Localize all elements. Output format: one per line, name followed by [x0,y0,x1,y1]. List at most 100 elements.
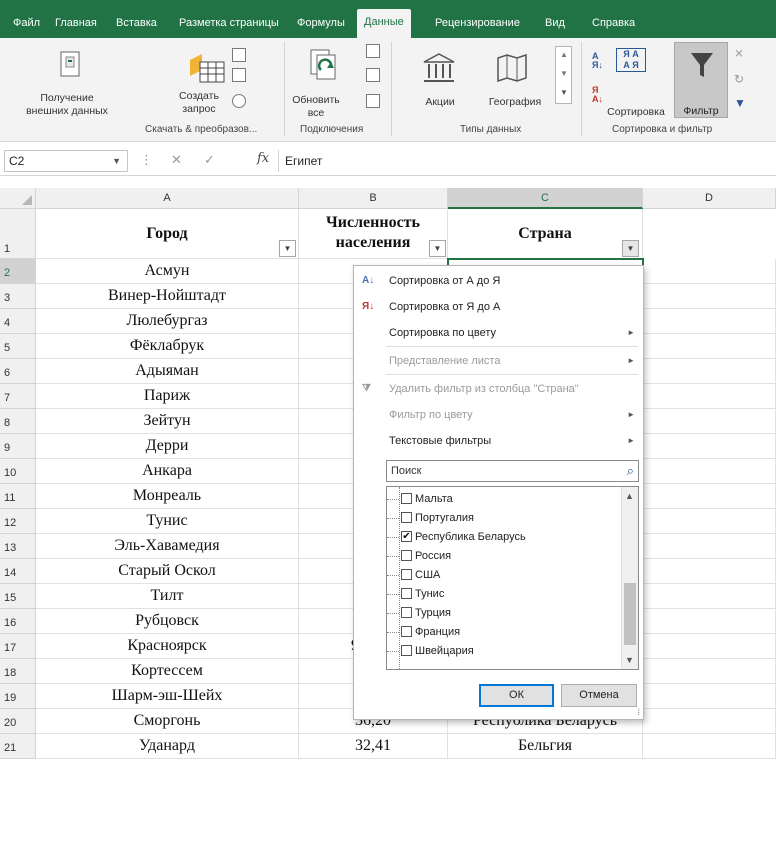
cell-a-6[interactable]: Адыяман [36,359,299,384]
enter-icon[interactable]: ✓ [204,152,215,168]
row-header[interactable]: 16 [0,609,36,634]
cell-d-16[interactable] [643,609,776,634]
show-queries-icon[interactable] [232,48,246,62]
column-header-b[interactable]: B [299,188,448,209]
cell-d-8[interactable] [643,409,776,434]
filter-list-item[interactable]: Россия [387,547,451,566]
tab-page-layout[interactable]: Разметка страницы [172,10,286,38]
cell-a-2[interactable]: Асмун [36,259,299,284]
row-header[interactable]: 14 [0,559,36,584]
row-header[interactable]: 13 [0,534,36,559]
header-cell-country[interactable]: Страна [448,209,643,259]
cell-a-10[interactable]: Анкара [36,459,299,484]
cell-d-11[interactable] [643,484,776,509]
reapply-icon[interactable]: ↻ [734,72,744,86]
checkbox-icon[interactable]: ✔ [401,530,412,542]
scroll-up-icon[interactable]: ▲ [625,491,634,501]
menu-text-filters[interactable]: Текстовые фильтры ► [354,430,643,452]
create-query-button[interactable]: Создать запрос [164,90,234,116]
cell-a-7[interactable]: Париж [36,384,299,409]
cell-d-6[interactable] [643,359,776,384]
row-header[interactable]: 3 [0,284,36,309]
geography-icon[interactable] [496,54,528,82]
tab-formulas[interactable]: Формулы [290,10,352,38]
cell-d-3[interactable] [643,284,776,309]
row-header[interactable]: 6 [0,359,36,384]
filter-list-item[interactable]: Тунис [387,585,444,604]
cell-d-19[interactable] [643,684,776,709]
sort-button[interactable]: Сортировка [604,106,668,119]
advanced-filter-icon[interactable]: ▼ [734,96,746,110]
cell-d-10[interactable] [643,459,776,484]
cell-d-2[interactable] [643,259,776,284]
filter-list-item[interactable]: ✔ Республика Беларусь [387,528,526,547]
row-header[interactable]: 2 [0,259,36,284]
get-external-data-button[interactable]: Получение внешних данных [2,92,132,118]
row-header[interactable]: 21 [0,734,36,759]
checkbox-icon[interactable] [401,568,412,580]
row-header[interactable]: 11 [0,484,36,509]
sort-z-a-icon[interactable]: Я А↓ [592,86,603,104]
refresh-all-button[interactable]: Обновить все [288,94,344,120]
checkbox-icon[interactable] [401,625,412,637]
select-all-button[interactable] [0,188,36,209]
row-header[interactable]: 12 [0,509,36,534]
header-cell-city[interactable]: Город [36,209,299,259]
cell-a-14[interactable]: Старый Оскол [36,559,299,584]
cell-a-12[interactable]: Тунис [36,509,299,534]
queries-connections-icon[interactable] [366,44,380,58]
stocks-button[interactable]: Акции [410,96,470,109]
header-cell-population[interactable]: Численность населения [299,209,448,259]
filter-list-item[interactable]: Франция [387,623,460,642]
row-header[interactable]: 18 [0,659,36,684]
checkbox-icon[interactable] [401,549,412,561]
cell-a-21[interactable]: Уданард [36,734,299,759]
cell-d-4[interactable] [643,309,776,334]
menu-filter-by-color[interactable]: Фильтр по цвету ► [354,404,643,426]
column-header-d[interactable]: D [643,188,776,209]
tab-home[interactable]: Главная [48,10,104,38]
tab-file[interactable]: Файл [6,10,47,38]
row-header[interactable]: 20 [0,709,36,734]
ok-button[interactable]: ОК [479,684,554,707]
sort-a-z-icon[interactable]: А Я↓ [592,52,603,70]
filter-list-item[interactable]: Мальта [387,490,453,509]
row-header[interactable]: 19 [0,684,36,709]
row-header[interactable]: 8 [0,409,36,434]
menu-clear-filter[interactable]: ⧩ Удалить фильтр из столбца "Страна" [354,378,643,400]
clear-icon[interactable]: ⨯ [734,46,744,60]
filter-dropdown-button-b[interactable]: ▼ [429,240,446,257]
cell-c-21[interactable]: Бельгия [448,734,643,759]
column-header-a[interactable]: A [36,188,299,209]
sort-dialog-icon[interactable]: Я АА Я [616,48,646,72]
checkbox-icon[interactable] [401,644,412,656]
row-header[interactable]: 10 [0,459,36,484]
cell-a-3[interactable]: Винер-Нойштадт [36,284,299,309]
cell-a-20[interactable]: Сморгонь [36,709,299,734]
cell-a-19[interactable]: Шарм-эш-Шейх [36,684,299,709]
properties-icon[interactable] [366,68,380,82]
chevron-down-icon[interactable]: ▼ [112,151,121,171]
cell-d-20[interactable] [643,709,776,734]
cell-a-16[interactable]: Рубцовск [36,609,299,634]
checkbox-icon[interactable] [401,492,412,504]
menu-sort-by-color[interactable]: Сортировка по цвету ► [354,322,643,344]
cell-a-17[interactable]: Красноярск [36,634,299,659]
cell-a-13[interactable]: Эль-Хавамедия [36,534,299,559]
cancel-icon[interactable]: ✕ [171,152,182,168]
cell-a-9[interactable]: Дерри [36,434,299,459]
from-table-icon[interactable] [232,68,246,82]
cell-d-13[interactable] [643,534,776,559]
name-box[interactable]: C2 ▼ [4,150,128,172]
row-header[interactable]: 7 [0,384,36,409]
get-data-icon[interactable] [58,50,82,78]
cancel-button[interactable]: Отмена [561,684,637,707]
filter-list-item[interactable]: США [387,566,440,585]
filter-dropdown-button-c[interactable]: ▼ [622,240,639,257]
row-header[interactable]: 15 [0,584,36,609]
tab-view[interactable]: Вид [538,10,572,38]
cell-d-21[interactable] [643,734,776,759]
menu-sort-asc[interactable]: А↓ Сортировка от А до Я [354,270,643,292]
refresh-all-icon[interactable] [307,48,341,82]
filter-list-item[interactable]: Португалия [387,509,474,528]
